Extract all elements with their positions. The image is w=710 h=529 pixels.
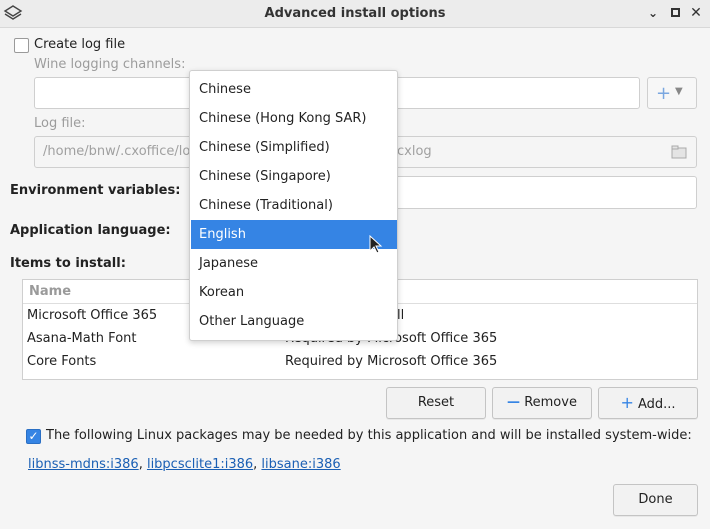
remove-label: Remove [524,395,577,410]
close-icon[interactable]: ✕ [689,6,703,20]
reset-button[interactable]: Reset [386,387,486,419]
add-button[interactable]: + Add... [598,387,698,419]
packages-checkbox[interactable]: ✓ [26,429,41,444]
window-title: Advanced install options [264,6,446,21]
minimize-icon[interactable]: ⌄ [646,6,660,20]
language-option[interactable]: Chinese (Simplified) [191,133,397,162]
row-name: Asana-Math Font [27,331,137,346]
package-link[interactable]: libsane:i386 [261,457,340,472]
package-link[interactable]: libnss-mdns:i386 [28,457,139,472]
language-label: Application language: [10,223,171,238]
packages-links: libnss-mdns:i386, libpcsclite1:i386, lib… [28,457,341,472]
language-option[interactable]: Japanese [191,249,397,278]
env-label: Environment variables: [10,183,181,198]
language-option-selected[interactable]: English [191,220,397,249]
add-label: Add... [637,397,676,412]
chevron-down-icon: ▼ [675,86,683,97]
title-bar: Advanced install options ⌄ ✕ [0,0,710,28]
language-option[interactable]: Chinese (Traditional) [191,191,397,220]
language-option[interactable]: Other Language [191,307,397,336]
folder-icon[interactable] [671,144,687,160]
log-file-value: /home/bnw/.cxoffice/lo [43,144,191,159]
log-file-label: Log file: [34,116,86,131]
packages-text: The following Linux packages may be need… [46,428,692,443]
row-note: Required by Microsoft Office 365 [285,354,498,369]
language-option[interactable]: Chinese (Hong Kong SAR) [191,104,397,133]
plus-icon: + [656,83,672,104]
language-option[interactable]: Chinese [191,75,397,104]
maximize-icon[interactable] [668,6,682,20]
language-dropdown[interactable]: Chinese Chinese (Hong Kong SAR) Chinese … [189,70,398,341]
language-option[interactable]: Chinese (Singapore) [191,162,397,191]
items-label: Items to install: [10,256,126,271]
row-name: Core Fonts [27,354,97,369]
wine-channels-label: Wine logging channels: [34,57,186,72]
mouse-cursor-icon [369,235,383,254]
done-button[interactable]: Done [613,484,698,516]
row-name: Microsoft Office 365 [27,308,158,323]
create-log-label[interactable]: Create log file [34,37,125,52]
table-row[interactable]: Core Fonts Required by Microsoft Office … [23,350,699,373]
remove-button[interactable]: — Remove [492,387,592,419]
plus-icon: + [620,393,634,412]
add-channel-menu-button[interactable]: + ▼ [647,77,697,109]
package-link[interactable]: libpcsclite1:i386 [147,457,253,472]
log-file-value-suffix: cxlog [397,144,432,159]
language-option[interactable]: Korean [191,278,397,307]
minus-icon: — [507,395,521,410]
create-log-checkbox[interactable] [14,38,29,53]
row-note: ll [397,308,405,323]
